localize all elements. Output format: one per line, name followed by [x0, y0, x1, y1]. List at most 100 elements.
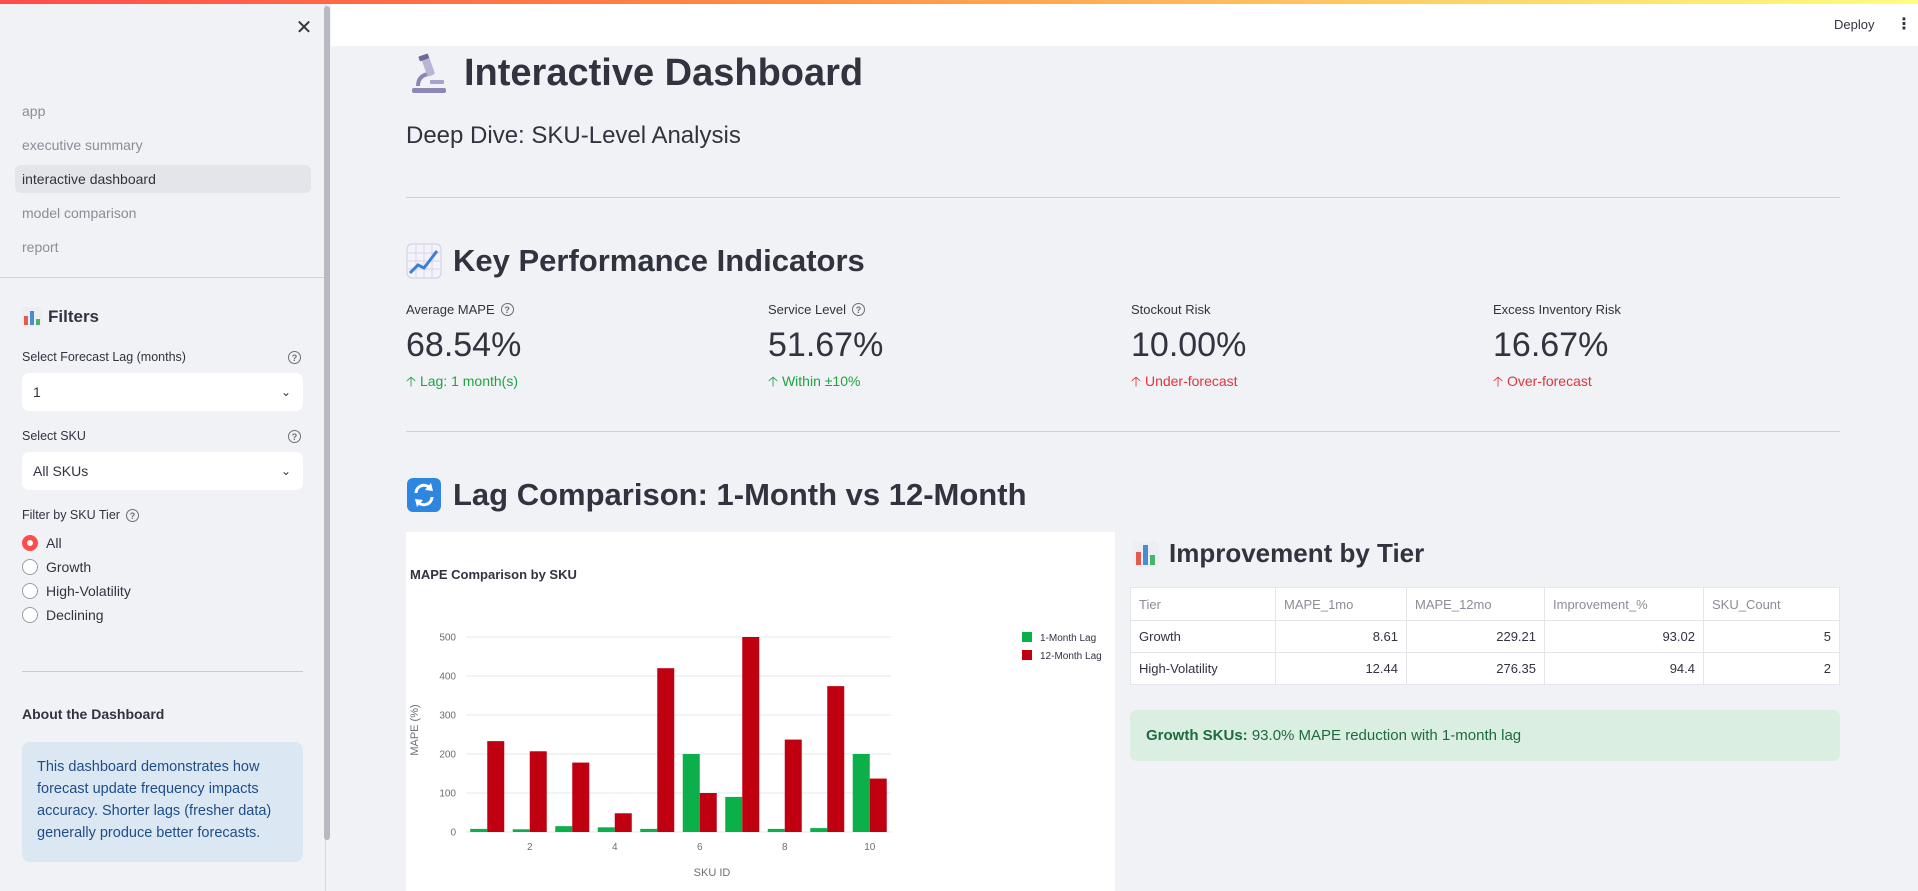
arrow-up-icon: 🡡	[1493, 373, 1507, 389]
metric-label: Average MAPE	[406, 302, 495, 317]
chart-y-tick: 400	[439, 672, 456, 683]
radio-icon[interactable]	[22, 607, 38, 623]
tier-table[interactable]: Tier MAPE_1mo MAPE_12mo Improvement_% SK…	[1130, 587, 1840, 685]
column-header[interactable]: SKU_Count	[1703, 587, 1840, 621]
chart-bar-lag1[interactable]	[852, 754, 870, 832]
chart-bar-lag1[interactable]	[767, 828, 785, 832]
tier-heading: Improvement by Tier	[1132, 538, 1424, 569]
chart-bar-lag12[interactable]	[572, 762, 590, 832]
bar-chart-icon	[1133, 540, 1159, 567]
divider	[406, 197, 1840, 198]
arrow-up-icon: 🡡	[768, 373, 782, 389]
radio-selected-icon[interactable]	[22, 535, 38, 551]
legend-label: 1-Month Lag	[1040, 633, 1096, 644]
table-row: High-Volatility 12.44 276.35 94.4 2	[1130, 652, 1840, 685]
sku-select-value: All SKUs	[33, 463, 89, 479]
radio-icon[interactable]	[22, 583, 38, 599]
chart-bar-lag12[interactable]	[614, 813, 632, 832]
chart-x-tick: 8	[782, 842, 788, 853]
help-icon[interactable]: ?	[500, 303, 514, 316]
tier-title: Improvement by Tier	[1169, 538, 1425, 568]
chart-title: MAPE Comparison by SKU	[410, 567, 577, 582]
arrow-up-icon: 🡡	[406, 373, 420, 389]
sidebar-item-executive-summary[interactable]: executive summary	[15, 131, 311, 159]
chart-bar-lag1[interactable]	[470, 828, 488, 832]
chart-bar-lag12[interactable]	[699, 793, 717, 832]
deploy-button[interactable]: Deploy	[1834, 17, 1874, 32]
chart-bar-lag1[interactable]	[640, 828, 658, 832]
help-icon[interactable]: ?	[288, 430, 301, 443]
chart-y-tick: 0	[450, 828, 456, 839]
tier-radio-high-volatility[interactable]: High-Volatility	[22, 583, 131, 599]
chart-bar-lag1[interactable]	[682, 754, 700, 832]
lag-select-value: 1	[33, 384, 41, 400]
top-decoration-stripe	[0, 0, 1918, 4]
app-header	[331, 4, 1918, 46]
chart-bar-lag1[interactable]	[512, 829, 530, 832]
metric-excess-inventory-risk: Excess Inventory Risk 16.67% 🡡 Over-fore…	[1493, 302, 1833, 395]
metric-stockout-risk: Stockout Risk 10.00% 🡡 Under-forecast	[1131, 302, 1471, 395]
kpi-heading: Key Performance Indicators	[406, 243, 865, 279]
metric-value: 16.67%	[1493, 326, 1609, 364]
column-header[interactable]: MAPE_12mo	[1406, 587, 1545, 621]
close-sidebar-icon[interactable]: ✕	[292, 16, 316, 40]
chart-x-tick: 4	[612, 842, 618, 853]
success-alert: Growth SKUs: 93.0% MAPE reduction with 1…	[1130, 710, 1840, 761]
sidebar-item-model-comparison[interactable]: model comparison	[15, 199, 311, 227]
lag-select[interactable]: 1 ⌄	[22, 373, 303, 411]
divider	[406, 431, 1840, 432]
chart-bar-lag1[interactable]	[810, 828, 828, 832]
help-icon[interactable]: ?	[852, 303, 866, 316]
chart-bar-lag12[interactable]	[657, 668, 675, 832]
column-header[interactable]: Improvement_%	[1544, 587, 1704, 621]
microscope-icon	[412, 53, 446, 93]
sidebar-item-app[interactable]: app	[15, 97, 311, 125]
chart-x-tick: 6	[697, 842, 703, 853]
metric-delta: Under-forecast	[1144, 373, 1238, 389]
lag-heading: Lag Comparison: 1-Month vs 12-Month	[406, 477, 1027, 513]
help-icon[interactable]: ?	[125, 508, 139, 522]
tier-radio-all[interactable]: All	[22, 535, 62, 551]
success-text: 93.0% MAPE reduction with 1-month lag	[1247, 727, 1522, 744]
chevron-down-icon: ⌄	[280, 464, 291, 478]
chart-legend: 1-Month Lag 12-Month Lag	[1022, 632, 1102, 662]
table-cell: 12.44	[1275, 652, 1407, 685]
chart-bar-lag12[interactable]	[529, 751, 547, 832]
table-cell: 229.21	[1406, 620, 1545, 653]
table-row: Growth 8.61 229.21 93.02 5	[1130, 620, 1840, 653]
more-menu-icon[interactable]: ⋮	[1896, 14, 1912, 34]
sidebar-scrollbar[interactable]	[324, 6, 330, 840]
legend-swatch	[1022, 650, 1032, 660]
metric-label: Excess Inventory Risk	[1493, 302, 1621, 317]
sku-select[interactable]: All SKUs ⌄	[22, 452, 303, 490]
chart-y-tick: 500	[439, 633, 456, 644]
sidebar-item-interactive-dashboard[interactable]: interactive dashboard	[15, 165, 311, 193]
column-header[interactable]: MAPE_1mo	[1275, 587, 1407, 621]
tier-radio-declining[interactable]: Declining	[22, 607, 104, 623]
chart-bar-lag1[interactable]	[597, 827, 615, 832]
metric-value: 51.67%	[768, 326, 884, 364]
help-icon[interactable]: ?	[288, 351, 301, 364]
chart-bar-lag12[interactable]	[869, 778, 887, 832]
sidebar-item-report[interactable]: report	[15, 233, 311, 261]
table-cell: 93.02	[1544, 620, 1704, 653]
radio-icon[interactable]	[22, 559, 38, 575]
chart-bar-lag12[interactable]	[742, 637, 760, 832]
table-cell: 2	[1703, 652, 1840, 685]
chart-bar-lag1[interactable]	[725, 796, 743, 832]
chart-bar-lag12[interactable]	[827, 686, 845, 832]
tier-radio-growth[interactable]: Growth	[22, 559, 91, 575]
chart-y-tick: 200	[439, 750, 456, 761]
column-header[interactable]: Tier	[1130, 587, 1276, 621]
chart-x-tick: 2	[527, 842, 533, 853]
chart-bar-lag12[interactable]	[784, 739, 802, 832]
chart-x-label: SKU ID	[694, 867, 731, 879]
sidebar: ✕ app executive summary interactive dash…	[0, 0, 326, 891]
chart-bar-lag12[interactable]	[487, 741, 505, 832]
arrow-up-icon: 🡡	[1131, 373, 1145, 389]
table-cell: 276.35	[1406, 652, 1545, 685]
metric-label: Stockout Risk	[1131, 302, 1211, 317]
tier-filter-label-row: Filter by SKU Tier ?	[22, 508, 139, 522]
metric-value: 68.54%	[406, 326, 522, 364]
chart-bar-lag1[interactable]	[555, 826, 573, 832]
